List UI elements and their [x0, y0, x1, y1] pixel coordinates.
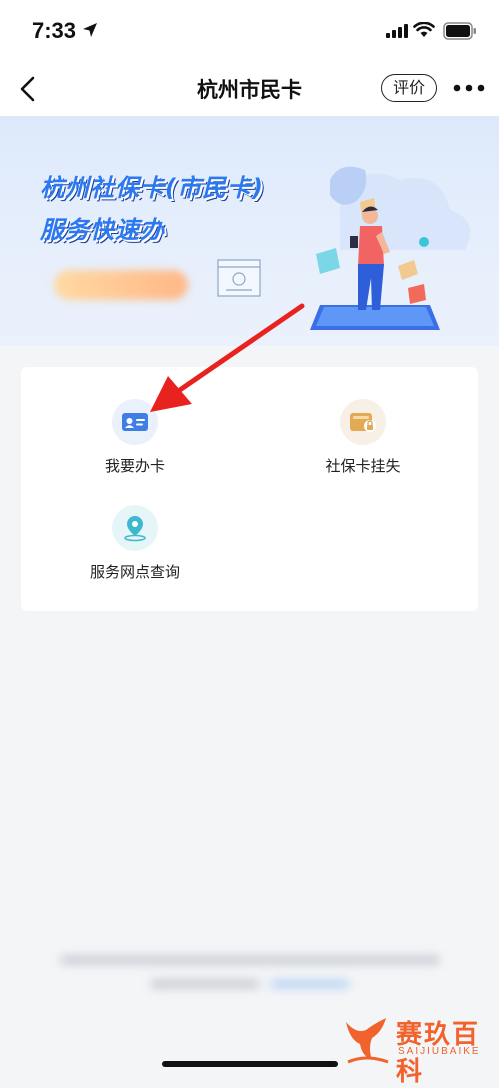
home-indicator[interactable]: [162, 1061, 338, 1067]
wifi-icon: [413, 22, 435, 37]
id-card-icon: [112, 399, 158, 445]
promo-banner[interactable]: 杭州社保卡(市民卡) 服务快速办: [0, 116, 499, 346]
service-apply-card[interactable]: 我要办卡: [55, 399, 215, 476]
banner-blurred-button: [54, 270, 188, 300]
banner-illustration: [217, 166, 470, 330]
blurred-footer-text: [60, 950, 440, 998]
watermark-subtext: SAIJIUBAIKE: [398, 1046, 481, 1057]
signal-icon: [386, 24, 408, 38]
service-report-loss[interactable]: 社保卡挂失: [283, 399, 443, 476]
service-label: 服务网点查询: [89, 563, 180, 581]
whale-tail-logo-icon: [346, 1018, 389, 1064]
service-card: 我要办卡 社保卡挂失 服务网点查询: [21, 367, 478, 611]
watermark: 赛玖百科 SAIJIUBAIKE: [342, 1012, 492, 1087]
status-bar: 7:33: [0, 0, 499, 62]
status-time: 7:33: [32, 18, 77, 43]
banner-title-line2: 服务快速办: [40, 216, 165, 244]
service-outlet-query[interactable]: 服务网点查询: [55, 505, 215, 582]
location-pin-icon: [112, 505, 158, 551]
service-label: 社保卡挂失: [325, 457, 401, 475]
nav-bar: 杭州市民卡 评价: [0, 62, 499, 116]
rate-button[interactable]: 评价: [381, 74, 437, 102]
battery-icon: [443, 22, 476, 40]
service-label: 我要办卡: [104, 457, 165, 475]
location-arrow-icon: [83, 23, 97, 37]
wallet-lock-icon: [340, 399, 386, 445]
more-icon[interactable]: [452, 80, 486, 96]
